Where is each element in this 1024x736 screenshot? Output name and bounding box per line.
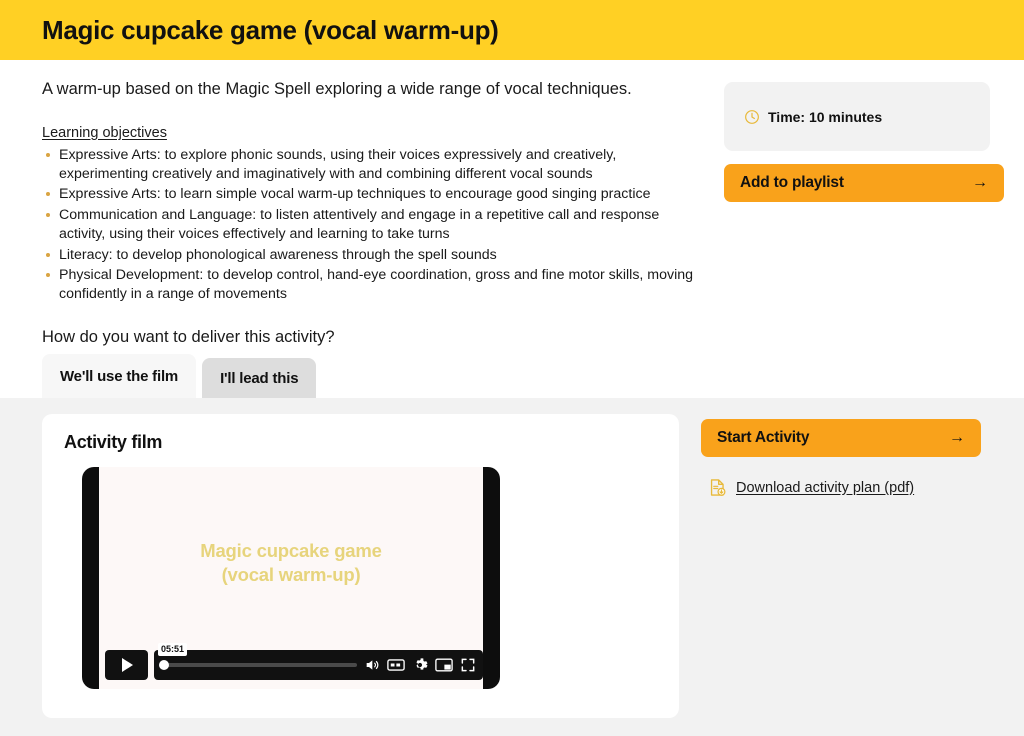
start-activity-label: Start Activity (717, 429, 810, 446)
pdf-download-icon (710, 479, 726, 496)
picture-in-picture-icon[interactable] (435, 657, 453, 673)
delivery-question: How do you want to deliver this activity… (42, 327, 335, 346)
lower-section: Activity film Magic cupcake game (vocal … (0, 398, 1024, 736)
video-title-line-1: Magic cupcake game (200, 540, 382, 561)
activity-sidebar-bottom: Start Activity → Download activity plan … (679, 414, 981, 736)
activity-description-column: A warm-up based on the Magic Spell explo… (42, 60, 702, 347)
list-item: Literacy: to develop phonological awaren… (42, 246, 702, 265)
control-bar: 05:51 (154, 643, 483, 680)
play-button[interactable] (105, 650, 148, 680)
tab-ill-lead-this[interactable]: I'll lead this (202, 358, 317, 398)
add-to-playlist-button[interactable]: Add to playlist → (724, 164, 1004, 202)
list-item: Physical Development: to develop control… (42, 266, 702, 303)
activity-film-title: Activity film (64, 432, 163, 452)
list-item: Expressive Arts: to learn simple vocal w… (42, 185, 702, 204)
time-label: Time: 10 minutes (768, 108, 883, 125)
time-tooltip: 05:51 (158, 643, 188, 656)
gear-icon[interactable] (412, 657, 428, 673)
learning-objectives-list: Expressive Arts: to explore phonic sound… (42, 146, 702, 304)
closed-captions-icon[interactable] (387, 657, 405, 673)
download-activity-plan-link[interactable]: Download activity plan (pdf) (736, 480, 914, 496)
list-item: Communication and Language: to listen at… (42, 206, 702, 243)
list-item: Expressive Arts: to explore phonic sound… (42, 146, 702, 183)
arrow-right-icon: → (972, 174, 988, 191)
fullscreen-icon[interactable] (460, 657, 476, 673)
activity-sidebar-top: Time: 10 minutes Add to playlist → (702, 60, 1004, 347)
video-controls: 05:51 (105, 643, 483, 680)
delivery-mode-tabs: We'll use the film I'll lead this (42, 354, 317, 398)
start-activity-button[interactable]: Start Activity → (701, 419, 981, 457)
intro-text: A warm-up based on the Magic Spell explo… (42, 80, 632, 98)
download-activity-plan-row[interactable]: Download activity plan (pdf) (701, 478, 967, 497)
upper-section: A warm-up based on the Magic Spell explo… (0, 60, 1024, 398)
arrow-right-icon: → (949, 429, 965, 446)
progress-scrubber[interactable]: 05:51 (158, 643, 357, 670)
time-info-box: Time: 10 minutes (724, 82, 990, 151)
play-icon (122, 658, 133, 672)
page-header: Magic cupcake game (vocal warm-up) (0, 0, 1024, 60)
volume-icon[interactable] (364, 657, 380, 673)
tab-well-use-the-film[interactable]: We'll use the film (42, 354, 197, 398)
scrubber-handle[interactable] (159, 660, 169, 670)
activity-film-card: Activity film Magic cupcake game (vocal … (42, 414, 679, 718)
page-title: Magic cupcake game (vocal warm-up) (42, 15, 499, 45)
learning-objectives-heading: Learning objectives (42, 124, 167, 141)
add-to-playlist-label: Add to playlist (740, 174, 844, 191)
clock-icon (745, 109, 759, 124)
video-title-overlay: Magic cupcake game (vocal warm-up) (116, 539, 466, 587)
video-title-line-2: (vocal warm-up) (221, 564, 361, 586)
video-player[interactable]: Magic cupcake game (vocal warm-up) 05:51 (82, 467, 500, 689)
